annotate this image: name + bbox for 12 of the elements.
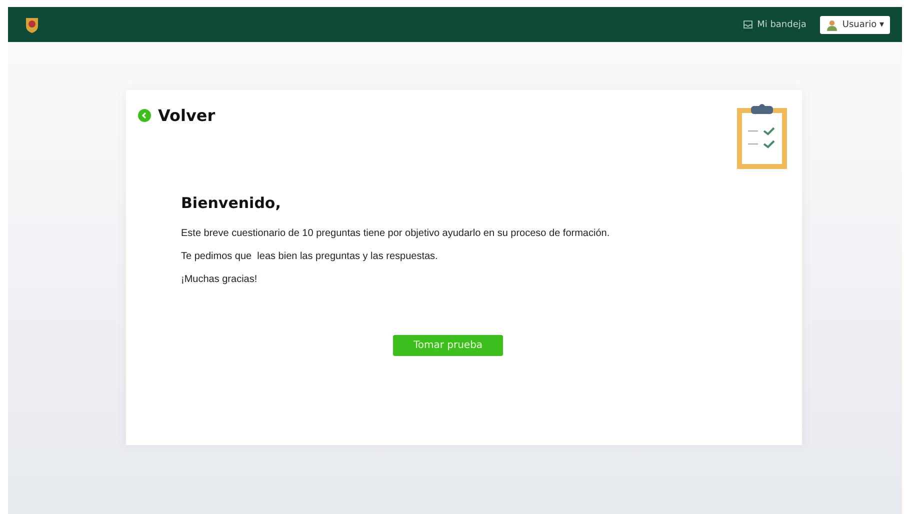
back-link[interactable]: Volver — [138, 106, 216, 125]
welcome-heading: Bienvenido, — [181, 194, 282, 212]
inbox-link[interactable]: Mi bandeja — [743, 20, 806, 30]
welcome-text: Este breve cuestionario de 10 preguntas tiene por objetivo ayudarlo en su proceso de formación. — [181, 228, 611, 239]
crest-icon — [24, 16, 40, 34]
welcome-text: Te pedimos que leas bien las preguntas y las respuestas. — [181, 251, 439, 262]
welcome-text: ¡Muchas gracias! — [181, 274, 258, 285]
user-menu-button[interactable]: Usuario ▾ — [820, 16, 890, 34]
user-icon — [826, 18, 838, 30]
inbox-icon — [743, 20, 754, 29]
back-icon — [138, 109, 151, 122]
clipboard-icon — [736, 104, 788, 170]
